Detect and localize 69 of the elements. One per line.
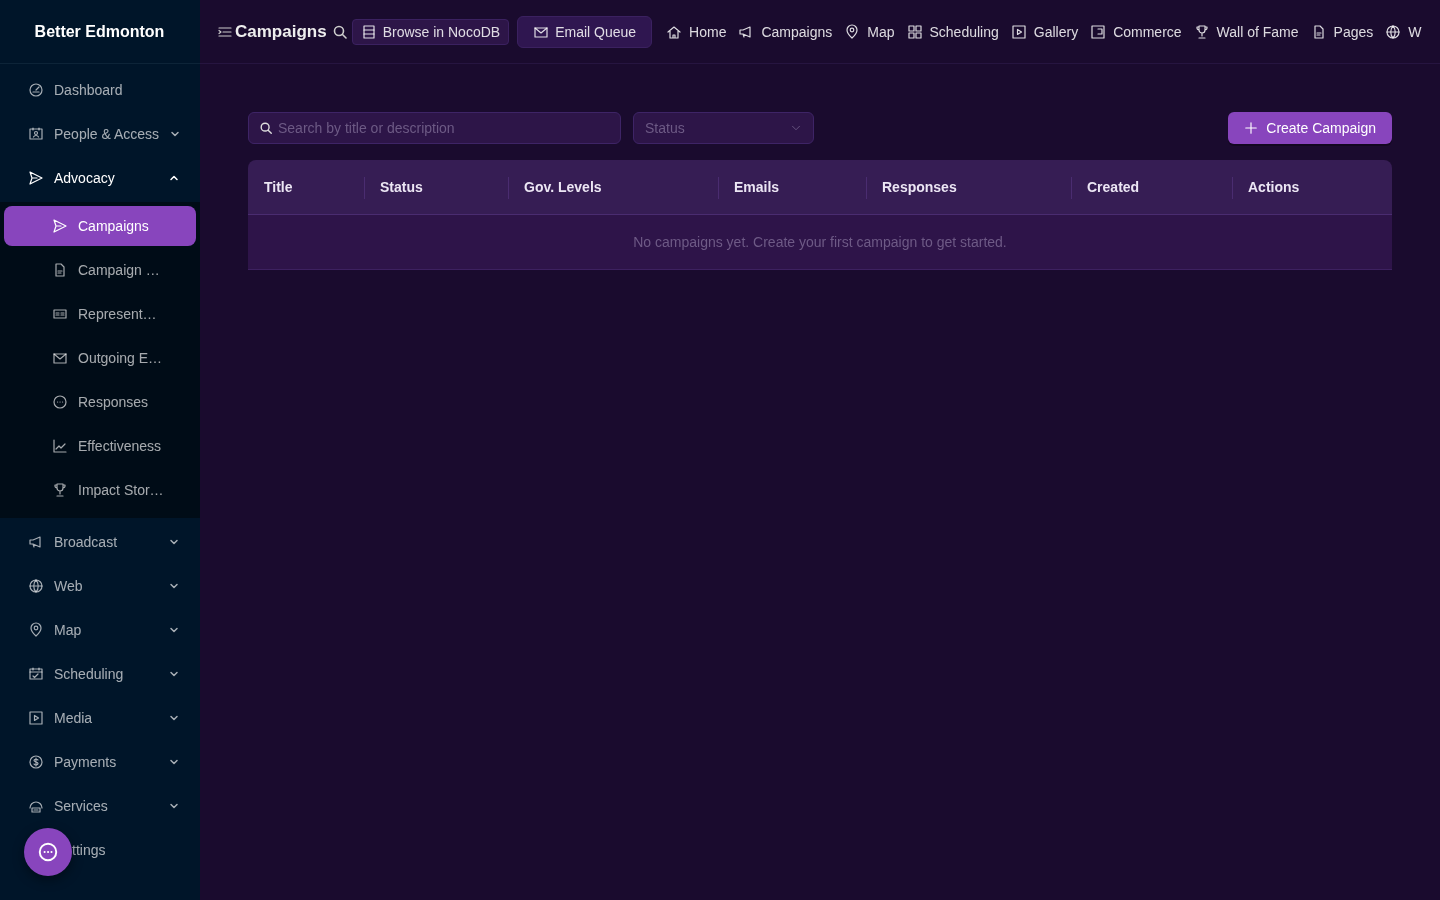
sidebar-item[interactable]: Media <box>0 698 200 738</box>
sidebar-subitem[interactable]: Campaign … <box>4 250 196 290</box>
megaphone-icon <box>28 534 44 550</box>
nav-link[interactable]: Campaigns <box>738 23 833 40</box>
dollar-icon <box>28 754 44 770</box>
column-header: Responses <box>882 179 957 195</box>
plus-icon <box>1244 121 1259 135</box>
header-button[interactable]: Email Queue <box>517 15 653 48</box>
search-icon <box>259 121 273 135</box>
column-header: Title <box>264 179 293 195</box>
document-icon <box>52 262 68 278</box>
column-header: Actions <box>1248 179 1300 195</box>
id-card-icon <box>52 306 68 322</box>
play-icon <box>1010 23 1027 40</box>
database-icon <box>360 23 377 40</box>
calendar-icon <box>28 666 44 682</box>
mail-icon <box>52 350 68 366</box>
nav-link[interactable]: W <box>1385 23 1422 40</box>
chart-icon <box>52 438 68 454</box>
header-button[interactable]: Browse in NocoDB <box>351 18 510 45</box>
brand-name: Better Edmonton <box>34 22 166 41</box>
trophy-icon <box>1193 23 1210 40</box>
send-icon <box>52 218 68 234</box>
sidebar-item[interactable]: Dashboard <box>0 70 200 110</box>
globe-icon <box>28 578 44 594</box>
nav-link[interactable]: Map <box>844 23 895 40</box>
empty-message: No campaigns yet. Create your first campaign to get started. <box>633 234 1007 250</box>
sidebar-subitem[interactable]: Campaigns <box>4 206 196 246</box>
nav-link[interactable]: Pages <box>1310 23 1374 40</box>
globe-icon <box>1385 23 1402 40</box>
dashboard-icon <box>28 82 44 98</box>
page-title: Campaigns <box>235 21 327 42</box>
chat-icon <box>37 841 59 863</box>
column-header: Emails <box>734 179 780 195</box>
search-field[interactable]: Search by title or description <box>248 112 621 144</box>
sidebar-item[interactable]: Scheduling <box>0 654 200 694</box>
column-header: Created <box>1087 179 1140 195</box>
calendar-person-icon <box>28 126 44 142</box>
nav-link[interactable]: Commerce <box>1090 23 1182 40</box>
nav-link[interactable]: Home <box>666 23 727 40</box>
sidebar-item[interactable]: Map <box>0 610 200 650</box>
column-header: Status <box>380 179 423 195</box>
sidebar-item[interactable]: Advocacy <box>0 158 200 198</box>
chat-button[interactable] <box>24 828 72 876</box>
sidebar-subitem[interactable]: Effectiveness <box>4 426 196 466</box>
status-select[interactable]: Status <box>633 112 814 144</box>
create-campaign-button[interactable]: Create Campaign <box>1228 112 1392 144</box>
sidebar-subitem[interactable]: Represent… <box>4 294 196 334</box>
sidebar-subitem[interactable]: Outgoing E… <box>4 338 196 378</box>
nav-link[interactable]: Wall of Fame <box>1193 23 1299 40</box>
grid-icon <box>906 23 923 40</box>
sidebar-item[interactable]: Services <box>0 786 200 826</box>
sidebar-subitem[interactable]: Impact Stor… <box>4 470 196 510</box>
map-pin-icon <box>844 23 861 40</box>
send-icon <box>28 170 44 186</box>
sidebar-item[interactable]: Broadcast <box>0 522 200 562</box>
nav-link[interactable]: Gallery <box>1010 23 1079 40</box>
map-pin-icon <box>28 622 44 638</box>
sidebar-item[interactable]: Web <box>0 566 200 606</box>
chat-icon <box>52 394 68 410</box>
play-icon <box>28 710 44 726</box>
sidebar-item[interactable]: People & Access <box>0 114 200 154</box>
search-icon <box>331 23 348 40</box>
nav-link[interactable]: Scheduling <box>906 23 999 40</box>
column-header: Gov. Levels <box>524 179 602 195</box>
sidebar-item-label[interactable]: ttings <box>72 842 106 858</box>
sidebar-item[interactable]: Payments <box>0 742 200 782</box>
sidebar-subitem[interactable]: Responses <box>4 382 196 422</box>
trophy-icon <box>52 482 68 498</box>
